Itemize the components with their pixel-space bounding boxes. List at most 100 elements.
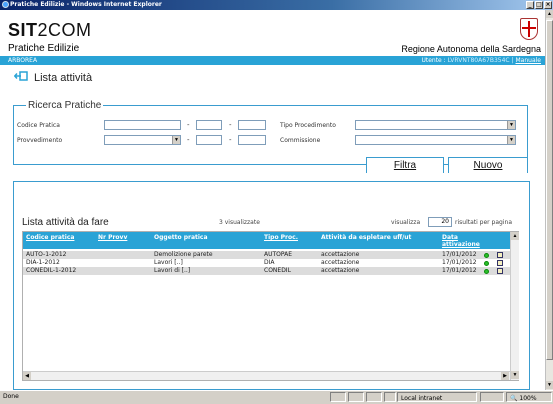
- cell-oggetto: Demolizione parete: [154, 251, 213, 258]
- open-document-icon[interactable]: [497, 260, 503, 266]
- tipo-label: Tipo Procedimento: [280, 122, 336, 129]
- protected-mode-cell[interactable]: [480, 392, 504, 402]
- new-button[interactable]: Nuovo: [448, 157, 528, 173]
- minimize-button[interactable]: _: [526, 1, 534, 9]
- table-vertical-scrollbar[interactable]: ▲ ▼: [510, 232, 519, 380]
- provvedimento-label: Provvedimento: [17, 137, 63, 144]
- cell-attivita: accettazione: [321, 251, 360, 258]
- app-title: Pratiche Edilizie: [8, 43, 80, 54]
- cell-data: 17/01/2012: [442, 267, 477, 274]
- app-logo: SIT2COM: [8, 20, 92, 40]
- status-cell: [330, 392, 346, 402]
- status-ok-icon: [484, 261, 489, 266]
- commissione-select[interactable]: ▼: [355, 135, 516, 145]
- cell-tipo: CONEDIL: [264, 267, 291, 274]
- open-document-icon[interactable]: [497, 268, 503, 274]
- chevron-down-icon: ▼: [507, 121, 515, 129]
- cell-tipo: AUTOPAE: [264, 251, 293, 258]
- dash: -: [187, 121, 190, 129]
- chevron-down-icon: ▼: [507, 136, 515, 144]
- back-arrow-icon[interactable]: [14, 71, 28, 81]
- tipo-select[interactable]: ▼: [355, 120, 516, 130]
- list-title: Lista attività da fare: [22, 217, 109, 228]
- status-cell: [384, 392, 396, 402]
- region-name: Regione Autonoma della Sardegna: [401, 44, 541, 54]
- provv-input-3[interactable]: [238, 135, 266, 145]
- zoom-text: 100%: [519, 395, 537, 402]
- col-data[interactable]: Data: [442, 234, 458, 241]
- info-bar: ARBOREA Utente : LVRVNT80A67B354C | Manu…: [0, 56, 545, 65]
- zoom-cell[interactable]: 🔍 100%: [506, 392, 552, 402]
- codice-input-3[interactable]: [238, 120, 266, 130]
- status-ok-icon: [484, 253, 489, 258]
- scroll-up-icon[interactable]: ▲: [511, 232, 519, 240]
- provv-input-2[interactable]: [196, 135, 222, 145]
- zone-text: Local intranet: [401, 395, 443, 402]
- dash: -: [229, 136, 232, 144]
- cell-oggetto: Lavori di [..]: [154, 267, 191, 274]
- table-row[interactable]: AUTO-1-2012 Demolizione parete AUTOPAE a…: [23, 251, 510, 259]
- status-ok-icon: [484, 269, 489, 274]
- commissione-label: Commissione: [280, 137, 321, 144]
- cell-codice: AUTO-1-2012: [26, 251, 67, 258]
- user-value: LVRVNT80A67B354C: [447, 57, 510, 64]
- col-data-attivazione[interactable]: attivazione: [442, 241, 480, 248]
- cell-attivita: accettazione: [321, 259, 360, 266]
- page-title: Lista attività: [34, 72, 93, 84]
- status-text: Done: [3, 393, 19, 400]
- ie-icon: [2, 1, 9, 8]
- col-oggetto: Oggetto pratica: [154, 234, 208, 241]
- window-title: Pratiche Edilizie - Windows Internet Exp…: [10, 1, 162, 8]
- cell-oggetto: Lavori [..]: [154, 259, 183, 266]
- zone-cell: Local intranet: [397, 392, 477, 402]
- provvedimento-select[interactable]: ▼: [104, 135, 181, 145]
- page-vertical-scrollbar[interactable]: ▲ ▼: [545, 10, 553, 390]
- col-codice[interactable]: Codice pratica: [26, 234, 74, 241]
- comune-name: ARBOREA: [8, 57, 38, 64]
- region-crest-icon: [520, 18, 538, 40]
- count-text: 3 visualizzate: [219, 219, 260, 226]
- open-document-icon[interactable]: [497, 252, 503, 258]
- scroll-left-icon[interactable]: ◀: [23, 372, 31, 380]
- window-titlebar: Pratiche Edilizie - Windows Internet Exp…: [0, 0, 553, 10]
- table-row[interactable]: CONEDIL-1-2012 Lavori di [..] CONEDIL ac…: [23, 267, 510, 275]
- page-scroll-up-icon[interactable]: ▲: [546, 10, 553, 18]
- codice-label: Codice Pratica: [17, 122, 60, 129]
- per-page-input[interactable]: 20: [428, 217, 452, 227]
- per-page-suffix: risultati per pagina: [455, 219, 512, 226]
- status-cell: [366, 392, 382, 402]
- table-header: Codice pratica Nr Provv Oggetto pratica …: [23, 232, 510, 249]
- cell-attivita: accettazione: [321, 267, 360, 274]
- maximize-button[interactable]: □: [535, 1, 543, 9]
- chevron-down-icon: ▼: [172, 136, 180, 144]
- scroll-right-icon[interactable]: ▶: [501, 372, 509, 380]
- col-tipo[interactable]: Tipo Proc.: [264, 234, 298, 241]
- status-bar: Done Local intranet 🔍 100%: [0, 390, 553, 402]
- page-content: SIT2COM Pratiche Edilizie Regione Autono…: [0, 10, 545, 390]
- scroll-down-icon[interactable]: ▼: [511, 371, 519, 379]
- cell-data: 17/01/2012: [442, 251, 477, 258]
- col-nr-provv[interactable]: Nr Provv: [98, 234, 127, 241]
- cell-codice: CONEDIL-1-2012: [26, 267, 77, 274]
- per-page-label: visualizza: [391, 219, 421, 226]
- cell-tipo: DIA: [264, 259, 275, 266]
- table-horizontal-scrollbar[interactable]: ◀ ▶: [23, 371, 510, 380]
- zoom-icon: 🔍: [510, 395, 518, 402]
- table-row[interactable]: DIA-1-2012 Lavori [..] DIA accettazione …: [23, 259, 510, 267]
- manual-link[interactable]: Manuale: [516, 57, 542, 64]
- close-button[interactable]: ×: [544, 1, 552, 9]
- col-attivita: Attività da espletare uff/ut: [321, 234, 412, 241]
- search-legend: Ricerca Pratiche: [26, 100, 104, 111]
- user-label: Utente :: [421, 57, 446, 64]
- page-scroll-down-icon[interactable]: ▼: [546, 381, 553, 389]
- activity-table: Codice pratica Nr Provv Oggetto pratica …: [22, 231, 519, 381]
- cell-codice: DIA-1-2012: [26, 259, 60, 266]
- dash: -: [187, 136, 190, 144]
- separator: |: [511, 57, 514, 64]
- codice-input-2[interactable]: [196, 120, 222, 130]
- filter-button[interactable]: Filtra: [366, 157, 444, 173]
- codice-input[interactable]: [104, 120, 181, 130]
- page-scroll-thumb[interactable]: [546, 20, 553, 360]
- status-cell: [348, 392, 364, 402]
- cell-data: 17/01/2012: [442, 259, 477, 266]
